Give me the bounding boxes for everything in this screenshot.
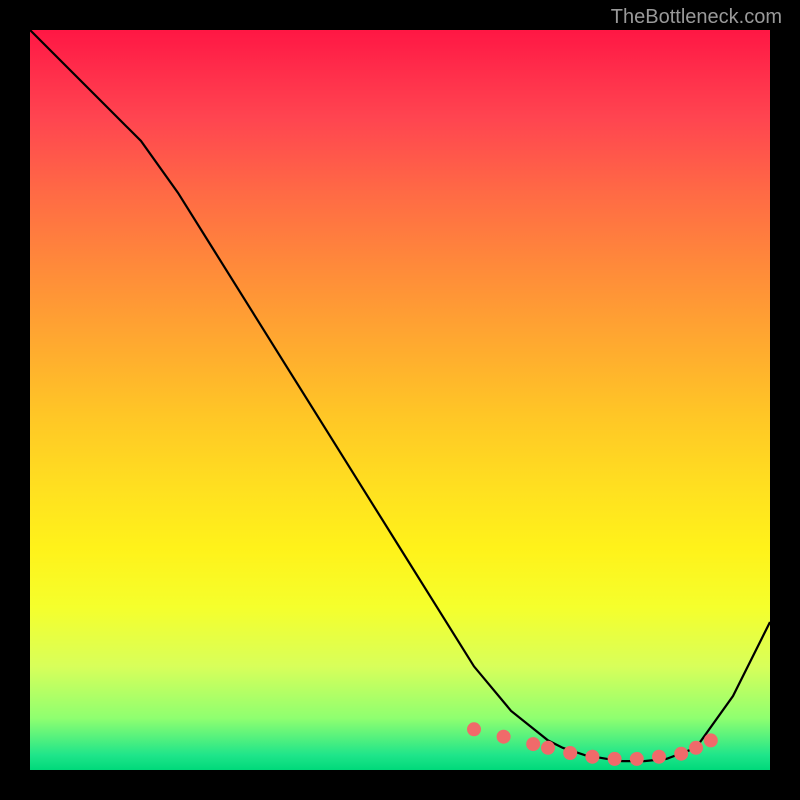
marker-dot xyxy=(497,730,511,744)
marker-dot xyxy=(585,750,599,764)
optimal-range-markers xyxy=(467,722,718,766)
marker-dot xyxy=(689,741,703,755)
marker-dot xyxy=(652,750,666,764)
bottleneck-curve xyxy=(30,30,770,761)
marker-dot xyxy=(674,747,688,761)
marker-dot xyxy=(541,741,555,755)
chart-svg xyxy=(30,30,770,770)
marker-dot xyxy=(704,733,718,747)
marker-dot xyxy=(563,746,577,760)
marker-dot xyxy=(630,752,644,766)
watermark-text: TheBottleneck.com xyxy=(611,6,782,29)
marker-dot xyxy=(526,737,540,751)
marker-dot xyxy=(467,722,481,736)
marker-dot xyxy=(608,752,622,766)
